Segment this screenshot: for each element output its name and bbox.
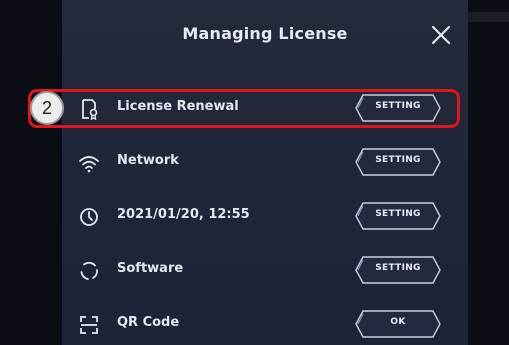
setting-button-software[interactable]: SETTING (354, 255, 442, 285)
setting-button-date-time[interactable]: SETTING (354, 201, 442, 231)
highlight-box (28, 89, 460, 128)
setting-button-network[interactable]: SETTING (354, 147, 442, 177)
backdrop-left (0, 0, 62, 345)
managing-license-dialog: Managing License License Renewal SETTING (62, 0, 468, 345)
clock-icon (78, 206, 100, 228)
button-label: SETTING (375, 155, 421, 165)
step-badge: 2 (30, 91, 64, 125)
dialog-title: Managing License (182, 24, 348, 43)
row-label: QR Code (117, 315, 180, 330)
backdrop-right (468, 0, 509, 345)
button-label: OK (390, 317, 406, 327)
backdrop-strip (468, 12, 509, 22)
button-label: SETTING (375, 263, 421, 273)
row-date-time: 2021/01/20, 12:55 SETTING (62, 196, 468, 236)
qr-code-icon (78, 314, 100, 336)
row-label: Software (117, 261, 184, 276)
row-qr-code: QR Code OK (62, 304, 468, 344)
row-network: Network SETTING (62, 142, 468, 182)
close-icon[interactable] (428, 22, 454, 48)
row-label: Network (117, 153, 179, 168)
software-icon (78, 260, 100, 282)
ok-button-qr-code[interactable]: OK (354, 309, 442, 339)
button-label: SETTING (375, 209, 421, 219)
row-software: Software SETTING (62, 250, 468, 290)
row-label: 2021/01/20, 12:55 (117, 207, 250, 222)
wifi-icon (78, 152, 100, 174)
